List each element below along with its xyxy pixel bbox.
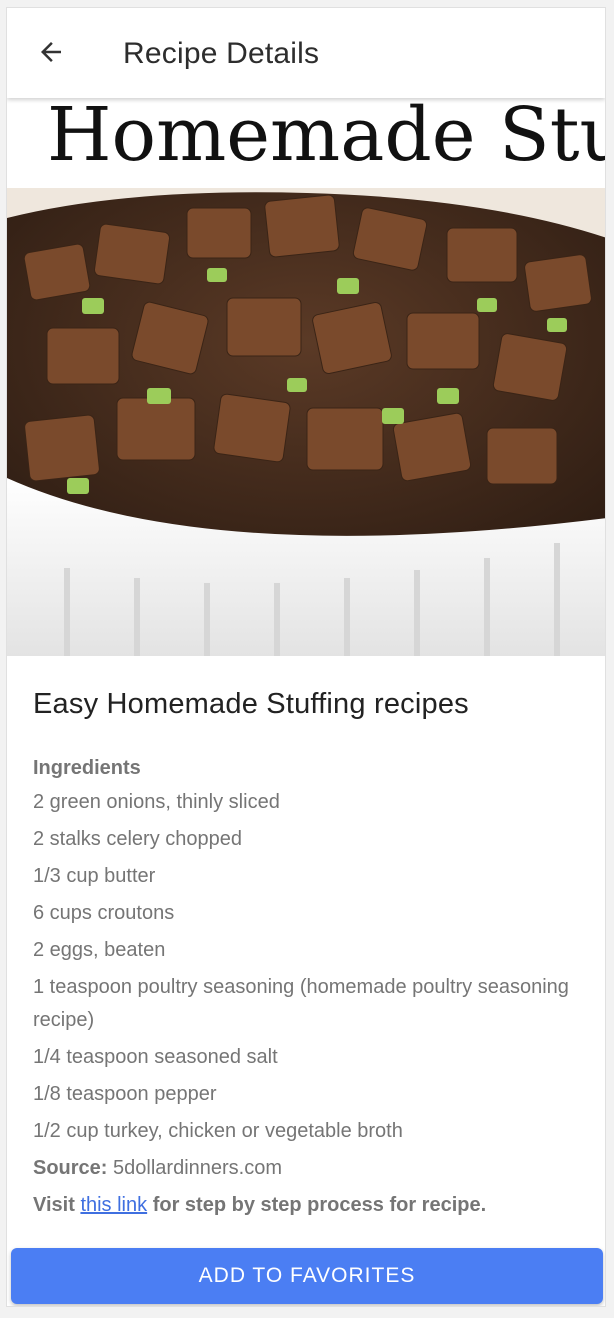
add-to-favorites-button[interactable]: ADD TO FAVORITES — [11, 1248, 603, 1304]
app-bar: Recipe Details — [7, 8, 605, 98]
ingredient-item: 1/8 teaspoon pepper — [33, 1083, 217, 1105]
source-label: Source: — [33, 1157, 108, 1179]
ingredient-item: 1 teaspoon poultry seasoning (homemade p… — [33, 976, 569, 1031]
ingredient-item: 1/2 cup turkey, chicken or vegetable bro… — [33, 1120, 403, 1142]
source-line: Source: 5dollardinners.com — [33, 1152, 579, 1185]
recipe-link[interactable]: this link — [80, 1194, 147, 1216]
back-button[interactable] — [31, 34, 71, 74]
image-overlay-text: Homemade Stu — [47, 98, 605, 178]
ingredients-label: Ingredients — [33, 757, 141, 779]
visit-prefix: Visit — [33, 1194, 75, 1216]
arrow-left-icon — [36, 37, 66, 72]
app-frame: Recipe Details Homemade Stu Easy Homemad… — [6, 7, 606, 1307]
visit-line: Visit this link for step by step process… — [33, 1189, 579, 1222]
recipe-content: Easy Homemade Stuffing recipes Ingredien… — [7, 656, 605, 1222]
ingredient-item: 1/3 cup butter — [33, 865, 156, 887]
ingredient-item: 2 green onions, thinly sliced — [33, 791, 280, 813]
ingredient-item: 2 stalks celery chopped — [33, 828, 243, 850]
source-value: 5dollardinners.com — [113, 1157, 283, 1179]
ingredient-item: 1/4 teaspoon seasoned salt — [33, 1046, 278, 1068]
ingredients-list: 2 green onions, thinly sliced 2 stalks c… — [33, 786, 579, 1148]
visit-suffix: for step by step process for recipe. — [152, 1194, 487, 1216]
ingredient-item: 6 cups croutons — [33, 902, 175, 924]
ingredient-item: 2 eggs, beaten — [33, 939, 166, 961]
page-title: Recipe Details — [123, 37, 320, 70]
recipe-title: Easy Homemade Stuffing recipes — [33, 688, 469, 720]
recipe-image: Homemade Stu — [7, 98, 605, 656]
